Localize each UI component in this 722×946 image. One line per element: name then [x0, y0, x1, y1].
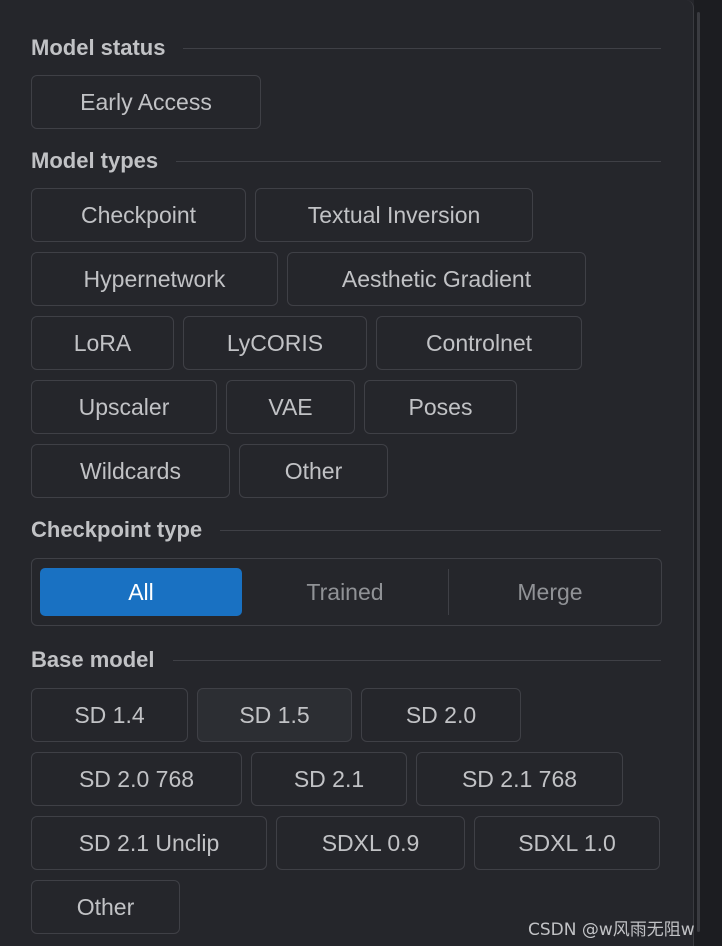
model-status-title: Model status — [31, 35, 166, 60]
model-status-header: Model status — [31, 33, 661, 63]
model-types-title: Model types — [31, 148, 159, 173]
chip-lora[interactable]: LoRA — [31, 316, 174, 370]
chip-wildcards[interactable]: Wildcards — [31, 444, 230, 498]
chip-checkpoint[interactable]: Checkpoint — [31, 188, 246, 242]
chip-controlnet[interactable]: Controlnet — [376, 316, 582, 370]
section-divider — [172, 659, 661, 661]
model-types-header: Model types — [31, 146, 661, 176]
chip-sd-1-5[interactable]: SD 1.5 — [197, 688, 352, 742]
scrollbar[interactable] — [694, 0, 722, 946]
chip-sd-2-0-768[interactable]: SD 2.0 768 — [31, 752, 242, 806]
checkpoint-type-header: Checkpoint type — [31, 515, 661, 545]
chip-aesthetic-gradient[interactable]: Aesthetic Gradient — [287, 252, 586, 306]
watermark-text: CSDN @w风雨无阻w — [528, 920, 695, 940]
base-model-title: Base model — [31, 647, 155, 672]
chip-vae[interactable]: VAE — [226, 380, 355, 434]
checkpoint-type-segmented-control: All Trained Merge — [31, 558, 662, 626]
section-divider — [183, 47, 661, 49]
chip-lycoris[interactable]: LyCORIS — [183, 316, 367, 370]
segment-merge[interactable]: Merge — [449, 568, 651, 616]
segment-trained[interactable]: Trained — [244, 568, 446, 616]
chip-sd-2-0[interactable]: SD 2.0 — [361, 688, 521, 742]
chip-upscaler[interactable]: Upscaler — [31, 380, 217, 434]
scrollbar-thumb[interactable] — [697, 12, 700, 932]
chip-early-access[interactable]: Early Access — [31, 75, 261, 129]
chip-poses[interactable]: Poses — [364, 380, 517, 434]
section-divider — [176, 160, 661, 162]
base-model-header: Base model — [31, 645, 661, 675]
chip-sd-2-1[interactable]: SD 2.1 — [251, 752, 407, 806]
chip-sd-2-1-768[interactable]: SD 2.1 768 — [416, 752, 623, 806]
chip-sdxl-0-9[interactable]: SDXL 0.9 — [276, 816, 465, 870]
section-divider — [220, 529, 661, 531]
chip-textual-inversion[interactable]: Textual Inversion — [255, 188, 533, 242]
chip-sdxl-1-0[interactable]: SDXL 1.0 — [474, 816, 660, 870]
chip-other-type[interactable]: Other — [239, 444, 388, 498]
chip-sd-2-1-unclip[interactable]: SD 2.1 Unclip — [31, 816, 267, 870]
chip-sd-1-4[interactable]: SD 1.4 — [31, 688, 188, 742]
checkpoint-type-title: Checkpoint type — [31, 517, 203, 542]
chip-other-base-model[interactable]: Other — [31, 880, 180, 934]
segment-all[interactable]: All — [40, 568, 242, 616]
filter-panel: Model status Early Access Model types Ch… — [0, 0, 694, 946]
chip-hypernetwork[interactable]: Hypernetwork — [31, 252, 278, 306]
